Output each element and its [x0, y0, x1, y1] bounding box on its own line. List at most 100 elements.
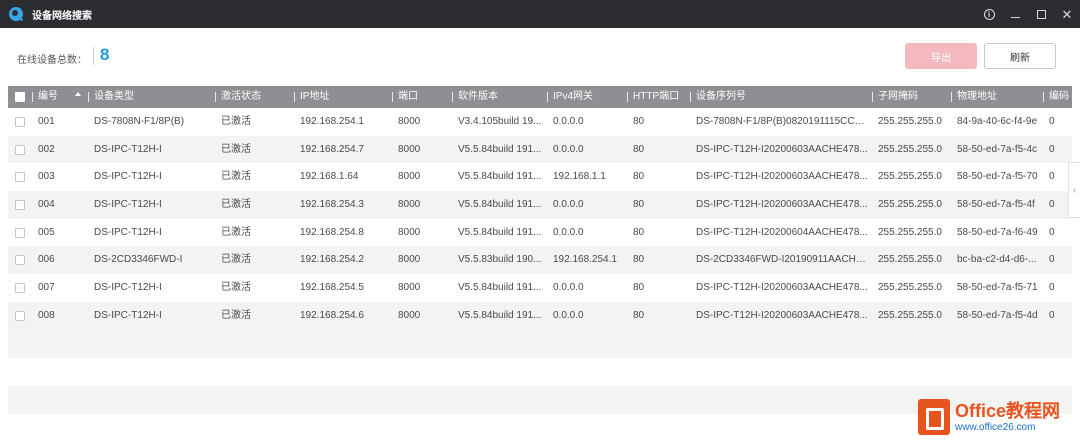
cell-port: 8000: [398, 226, 421, 238]
cell-gateway: 0.0.0.0: [553, 199, 584, 211]
cell-gateway: 0.0.0.0: [553, 116, 584, 127]
cell-mask: 255.255.255.0: [878, 226, 942, 238]
table-row[interactable]: 007 DS-IPC-T12H-I 已激活 192.168.254.5 8000 V5.5…: [8, 274, 1072, 302]
cell-serial: DS-IPC-T12H-I20200603AACHE478...: [696, 199, 868, 211]
cell-mac: bc-ba-c2-d4-d6-...: [957, 254, 1037, 266]
column-separator[interactable]: [951, 92, 952, 102]
table-row[interactable]: 008 DS-IPC-T12H-I 已激活 192.168.254.6 8000 V5.5…: [8, 301, 1072, 330]
cell-mac: 58-50-ed-7a-f5-70: [957, 171, 1038, 183]
cell-mask: 255.255.255.0: [878, 143, 942, 155]
column-separator[interactable]: [392, 92, 393, 102]
row-checkbox[interactable]: [15, 283, 25, 294]
cell-ip: 192.168.254.2: [300, 254, 364, 266]
row-checkbox[interactable]: [15, 144, 25, 155]
column-header-software[interactable]: 软件版本: [458, 86, 546, 108]
column-header-ip[interactable]: IP地址: [300, 86, 392, 108]
cell-ip: 192.168.254.3: [300, 199, 364, 211]
column-header-no[interactable]: 编号: [38, 86, 80, 108]
column-header-port[interactable]: 端口: [398, 86, 453, 108]
cell-mac: 58-50-ed-7a-f5-4f: [957, 199, 1035, 211]
cell-status: 已激活: [221, 171, 251, 183]
cell-http: 80: [633, 116, 645, 127]
close-button[interactable]: ✕: [1054, 0, 1080, 28]
side-panel-toggle[interactable]: ‹: [1068, 162, 1080, 218]
cell-status: 已激活: [221, 254, 251, 266]
cell-port: 8000: [398, 116, 421, 127]
minimize-button[interactable]: [1002, 0, 1028, 28]
maximize-button[interactable]: [1028, 0, 1054, 28]
cell-http: 80: [633, 171, 645, 183]
cell-no: 002: [38, 143, 55, 155]
table-row[interactable]: 002 DS-IPC-T12H-I 已激活 192.168.254.7 8000 V5.5…: [8, 135, 1072, 164]
row-checkbox[interactable]: [15, 200, 25, 211]
table-row[interactable]: 006 DS-2CD3346FWD-I 已激活 192.168.254.2 8000 V5…: [8, 246, 1072, 275]
column-header-type[interactable]: 设备类型: [94, 86, 214, 108]
cell-status: 已激活: [221, 199, 251, 211]
cell-software: V5.5.83build 190...: [458, 254, 542, 266]
cell-type: DS-IPC-T12H-I: [94, 171, 162, 183]
cell-port: 8000: [398, 309, 421, 321]
cell-port: 8000: [398, 254, 421, 266]
cell-software: V5.5.84build 191...: [458, 199, 542, 211]
table-row[interactable]: 005 DS-IPC-T12H-I 已激活 192.168.254.8 8000 V5.5…: [8, 218, 1072, 247]
refresh-button[interactable]: 刷新: [984, 43, 1056, 69]
cell-mac: 58-50-ed-7a-f5-71: [957, 282, 1038, 294]
cell-type: DS-IPC-T12H-I: [94, 143, 162, 155]
cell-gateway: 0.0.0.0: [553, 282, 584, 294]
table-row[interactable]: 001 DS-7808N-F1/8P(B) 已激活 192.168.254.1 8000…: [8, 108, 1072, 136]
column-header-mac[interactable]: 物理地址: [957, 86, 1045, 108]
cell-no: 001: [38, 116, 55, 127]
column-header-mask[interactable]: 子网掩码: [878, 86, 950, 108]
cell-type: DS-IPC-T12H-I: [94, 309, 162, 321]
row-checkbox[interactable]: [15, 172, 25, 183]
cell-mask: 255.255.255.0: [878, 116, 942, 127]
column-separator[interactable]: [88, 92, 89, 102]
cell-ip: 192.168.254.6: [300, 309, 364, 321]
column-separator[interactable]: [1043, 92, 1044, 102]
cell-encoding: 0: [1049, 309, 1055, 321]
cell-serial: DS-IPC-T12H-I20200603AACHE478...: [696, 143, 868, 155]
cell-encoding: 0: [1049, 254, 1055, 266]
cell-status: 已激活: [221, 226, 251, 238]
column-separator[interactable]: [215, 92, 216, 102]
column-separator[interactable]: [690, 92, 691, 102]
cell-mac: 58-50-ed-7a-f5-4d: [957, 309, 1038, 321]
column-separator[interactable]: [452, 92, 453, 102]
column-header-gateway[interactable]: IPv4网关: [553, 86, 627, 108]
table-row[interactable]: 004 DS-IPC-T12H-I 已激活 192.168.254.3 8000 V5.5…: [8, 191, 1072, 219]
info-button[interactable]: i: [976, 0, 1002, 28]
column-separator[interactable]: [294, 92, 295, 102]
table-row[interactable]: 003 DS-IPC-T12H-I 已激活 192.168.1.64 8000 V5.5.…: [8, 163, 1072, 192]
column-separator[interactable]: [547, 92, 548, 102]
empty-row: [8, 357, 1072, 386]
cell-ip: 192.168.1.64: [300, 171, 359, 183]
column-header-encoding[interactable]: 编码: [1049, 86, 1072, 108]
device-summary: 在线设备总数： 8: [17, 44, 109, 66]
cell-encoding: 0: [1049, 282, 1055, 294]
empty-row: [8, 413, 1072, 442]
cell-serial: DS-IPC-T12H-I20200603AACHE478...: [696, 282, 868, 294]
watermark-text: Office教程网 www.office26.com: [955, 401, 1060, 434]
column-separator[interactable]: [32, 92, 33, 102]
cell-mask: 255.255.255.0: [878, 254, 942, 266]
column-header-serial[interactable]: 设备序列号: [696, 86, 868, 108]
row-checkbox[interactable]: [15, 310, 25, 321]
maximize-icon: [1036, 9, 1046, 19]
column-separator[interactable]: [627, 92, 628, 102]
sort-ascending-icon[interactable]: [75, 92, 81, 96]
cell-mask: 255.255.255.0: [878, 199, 942, 211]
cell-port: 8000: [398, 199, 421, 211]
cell-type: DS-IPC-T12H-I: [94, 282, 162, 294]
cell-mask: 255.255.255.0: [878, 282, 942, 294]
column-separator[interactable]: [872, 92, 873, 102]
row-checkbox[interactable]: [15, 255, 25, 266]
column-header-status[interactable]: 激活状态: [221, 86, 293, 108]
column-header-http[interactable]: HTTP端口: [633, 86, 691, 108]
select-all-checkbox[interactable]: [15, 92, 25, 102]
row-checkbox[interactable]: [15, 227, 25, 238]
cell-http: 80: [633, 199, 645, 211]
export-button[interactable]: 导出: [905, 43, 977, 69]
row-checkbox[interactable]: [15, 117, 25, 127]
cell-no: 007: [38, 282, 55, 294]
cell-mac: 58-50-ed-7a-f5-4c: [957, 143, 1038, 155]
